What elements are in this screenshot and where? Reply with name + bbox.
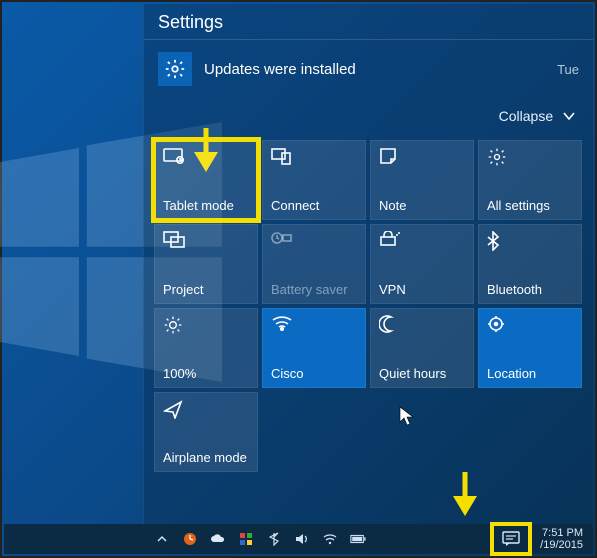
vpn-icon xyxy=(379,231,401,247)
clock-date: /19/2015 xyxy=(540,539,583,551)
tile-tablet-mode[interactable]: Tablet mode xyxy=(154,140,258,220)
quick-action-tiles: Tablet mode Connect Note All settings Projec… xyxy=(144,134,593,476)
tile-label: Project xyxy=(163,282,251,297)
notification-row[interactable]: Updates were installed Tue xyxy=(144,40,593,98)
tile-location[interactable]: Location xyxy=(478,308,582,388)
taskbar: 7:51 PM /19/2015 xyxy=(4,524,593,554)
volume-icon[interactable] xyxy=(294,531,310,547)
tile-label: VPN xyxy=(379,282,467,297)
airplane-icon xyxy=(163,399,183,419)
tile-project[interactable]: Project xyxy=(154,224,258,304)
chevron-down-icon xyxy=(563,108,575,124)
tile-label: Quiet hours xyxy=(379,366,467,381)
tile-note[interactable]: Note xyxy=(370,140,474,220)
brightness-icon xyxy=(163,315,183,335)
collapse-button[interactable]: Collapse xyxy=(144,98,593,134)
tray-icons xyxy=(4,531,494,547)
gear-icon xyxy=(487,147,507,167)
wifi-tray-icon[interactable] xyxy=(322,531,338,547)
tile-label: Note xyxy=(379,198,467,213)
bluetooth-tray-icon[interactable] xyxy=(266,531,282,547)
wifi-icon xyxy=(271,315,293,331)
tile-quiet-hours[interactable]: Quiet hours xyxy=(370,308,474,388)
sync-icon[interactable] xyxy=(182,531,198,547)
chevron-up-icon[interactable] xyxy=(154,531,170,547)
tile-100-[interactable]: 100% xyxy=(154,308,258,388)
defender-icon[interactable] xyxy=(238,531,254,547)
tile-label: Airplane mode xyxy=(163,450,251,465)
gear-icon xyxy=(158,52,192,86)
panel-title: Settings xyxy=(144,4,593,39)
tile-bluetooth[interactable]: Bluetooth xyxy=(478,224,582,304)
moon-icon xyxy=(379,315,397,333)
onedrive-icon[interactable] xyxy=(210,531,226,547)
tile-vpn[interactable]: VPN xyxy=(370,224,474,304)
tile-label: Location xyxy=(487,366,575,381)
battery-tray-icon[interactable] xyxy=(350,531,366,547)
taskbar-clock[interactable]: 7:51 PM /19/2015 xyxy=(536,525,587,553)
tile-label: Battery saver xyxy=(271,282,359,297)
cursor-icon xyxy=(399,406,415,426)
battery-icon xyxy=(271,231,293,245)
tile-label: 100% xyxy=(163,366,251,381)
collapse-label: Collapse xyxy=(499,108,553,124)
location-icon xyxy=(487,315,505,333)
tile-label: Connect xyxy=(271,198,359,213)
tile-battery-saver[interactable]: Battery saver xyxy=(262,224,366,304)
tile-all-settings[interactable]: All settings xyxy=(478,140,582,220)
notification-text: Updates were installed xyxy=(204,61,549,78)
tile-label: Tablet mode xyxy=(163,198,251,213)
tile-cisco[interactable]: Cisco xyxy=(262,308,366,388)
tile-label: Bluetooth xyxy=(487,282,575,297)
tablet-icon xyxy=(163,147,185,165)
note-icon xyxy=(379,147,397,165)
tile-label: All settings xyxy=(487,198,575,213)
tile-airplane-mode[interactable]: Airplane mode xyxy=(154,392,258,472)
clock-time: 7:51 PM xyxy=(540,527,583,539)
action-center-tray-icon[interactable] xyxy=(494,526,528,552)
bluetooth-icon xyxy=(487,231,499,251)
action-center-panel: Settings Updates were installed Tue Coll… xyxy=(143,4,593,526)
connect-icon xyxy=(271,147,291,165)
project-icon xyxy=(163,231,185,249)
tile-label: Cisco xyxy=(271,366,359,381)
tile-connect[interactable]: Connect xyxy=(262,140,366,220)
notification-day: Tue xyxy=(557,62,579,77)
